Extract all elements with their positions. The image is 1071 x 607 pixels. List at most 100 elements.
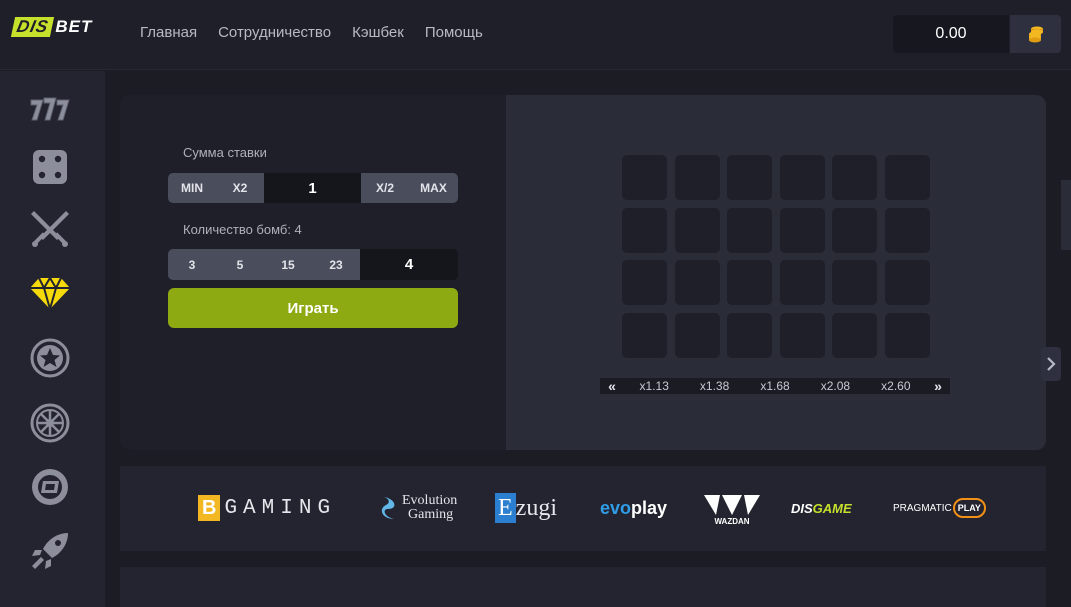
mine-cell[interactable] (674, 312, 720, 358)
nav-cashback[interactable]: Кэшбек (352, 24, 404, 41)
evolution-swirl-icon (381, 497, 395, 519)
mines-board: « x1.13 x1.38 x1.68 x2.08 x2.60 » (506, 95, 1046, 450)
sidebar (0, 71, 105, 607)
wazdan-mark-icon (704, 494, 760, 515)
mine-cell[interactable] (727, 260, 772, 305)
providers-strip: B GAMING Evolution Gaming E zugi evo pla… (120, 466, 1046, 551)
nav-help[interactable]: Помощь (425, 24, 483, 41)
coin-flip-icon (32, 469, 68, 505)
wheel-icon (30, 403, 70, 443)
bombs-count-row: 3 5 15 23 4 (168, 249, 458, 280)
sidebar-item-dice[interactable] (26, 143, 74, 191)
mine-cell[interactable] (832, 312, 877, 358)
mines-game-panel: Сумма ставки MIN X2 1 X/2 MAX Количество… (120, 95, 1046, 450)
sidebar-expand-button[interactable] (1041, 347, 1061, 381)
mine-cell[interactable] (779, 312, 825, 358)
nav-home[interactable]: Главная (140, 24, 197, 41)
mine-cell[interactable] (884, 207, 930, 253)
mine-cell[interactable] (622, 207, 667, 253)
provider-wazdan[interactable]: WAZDAN (704, 490, 760, 530)
mine-cell[interactable] (727, 207, 772, 253)
mine-cell[interactable] (622, 155, 667, 200)
dice-icon (33, 150, 67, 184)
multiplier-3: x1.68 (760, 379, 790, 393)
mine-cell[interactable] (884, 260, 930, 305)
mine-cell[interactable] (674, 260, 720, 305)
slots-777-icon (30, 97, 70, 121)
sidebar-item-wheel[interactable] (26, 399, 74, 447)
wallet-button[interactable] (1010, 15, 1061, 53)
sidebar-item-crash[interactable] (26, 527, 74, 575)
logo-dis: DIS (10, 17, 55, 37)
disgame-dis: DIS (791, 500, 813, 516)
mine-cell[interactable] (779, 260, 825, 305)
multiplier-5: x2.60 (881, 379, 911, 393)
bgaming-wordmark: GAMING (224, 496, 337, 520)
multiplier-1: x1.13 (639, 379, 669, 393)
bet-half-button[interactable]: X/2 (361, 173, 409, 203)
sidebar-item-star[interactable] (26, 334, 74, 382)
sidebar-item-slots[interactable] (26, 85, 74, 133)
balance-display: 0.00 (893, 15, 1009, 53)
nav-partnership[interactable]: Сотрудничество (218, 24, 331, 41)
sidebar-item-coin[interactable] (26, 463, 74, 511)
chevron-right-icon (1047, 357, 1056, 371)
bet-max-button[interactable]: MAX (409, 173, 458, 203)
diamond-icon (30, 276, 70, 310)
mine-cell[interactable] (832, 155, 877, 200)
multiplier-bar: « x1.13 x1.38 x1.68 x2.08 x2.60 » (600, 378, 950, 394)
provider-pragmatic[interactable]: PRAGMATIC PLAY (893, 488, 986, 528)
provider-ezugi[interactable]: E zugi (495, 488, 557, 528)
bombs-option-5[interactable]: 5 (216, 249, 264, 280)
mine-cell[interactable] (727, 312, 772, 358)
bet-amount-row: MIN X2 1 X/2 MAX (168, 173, 458, 203)
bombs-option-15[interactable]: 15 (264, 249, 312, 280)
scrollbar[interactable] (1061, 180, 1071, 250)
sidebar-item-mines[interactable] (26, 269, 74, 317)
multiplier-2: x1.38 (699, 379, 730, 393)
bombs-option-23[interactable]: 23 (312, 249, 360, 280)
multiplier-prev-arrow[interactable]: « (600, 378, 624, 394)
bombs-count-input[interactable]: 4 (360, 249, 458, 280)
bet-amount-input[interactable]: 1 (264, 173, 361, 203)
mine-cell[interactable] (674, 155, 720, 200)
mine-cell[interactable] (832, 207, 877, 253)
play-button[interactable]: Играть (168, 288, 458, 328)
evolution-line2: Gaming (408, 507, 454, 522)
mines-grid (622, 155, 930, 358)
provider-evoplay[interactable]: evo play (600, 488, 667, 528)
bgaming-b-mark: B (198, 495, 221, 521)
mine-cell[interactable] (779, 207, 825, 253)
mine-cell[interactable] (884, 312, 930, 358)
mine-cell[interactable] (727, 155, 772, 200)
provider-evolution[interactable]: Evolution Gaming (380, 488, 457, 528)
bet-double-button[interactable]: X2 (216, 173, 264, 203)
footer (120, 567, 1046, 607)
mine-cell[interactable] (674, 207, 720, 253)
mine-cell[interactable] (622, 312, 667, 358)
logo[interactable]: DIS BET (10, 16, 93, 38)
header: DIS BET Главная Сотрудничество Кэшбек По… (0, 0, 1071, 70)
mine-cell[interactable] (832, 260, 877, 305)
evoplay-play: play (631, 497, 668, 518)
mine-cell[interactable] (884, 155, 930, 200)
main-nav: Главная Сотрудничество Кэшбек Помощь (140, 24, 504, 41)
mine-cell[interactable] (622, 260, 667, 305)
bet-min-button[interactable]: MIN (168, 173, 216, 203)
provider-disgame[interactable]: DIS GAME (791, 488, 852, 528)
multiplier-4: x2.08 (820, 379, 851, 393)
mine-cell[interactable] (779, 155, 825, 200)
pragmatic-play-badge: PLAY (952, 498, 986, 518)
star-coin-icon (30, 338, 70, 378)
controls-panel: Сумма ставки MIN X2 1 X/2 MAX Количество… (120, 95, 506, 450)
bombs-option-3[interactable]: 3 (168, 249, 216, 280)
evoplay-evo: evo (600, 497, 632, 518)
wazdan-wordmark: WAZDAN (714, 516, 750, 526)
sidebar-item-pvp[interactable] (26, 205, 74, 253)
provider-bgaming[interactable]: B GAMING (198, 488, 336, 528)
multiplier-next-arrow[interactable]: » (926, 378, 950, 394)
logo-bet: BET (55, 17, 93, 36)
ezugi-wordmark: zugi (515, 494, 557, 521)
pragmatic-wordmark: PRAGMATIC (893, 502, 952, 514)
bet-amount-label: Сумма ставки (183, 145, 267, 160)
